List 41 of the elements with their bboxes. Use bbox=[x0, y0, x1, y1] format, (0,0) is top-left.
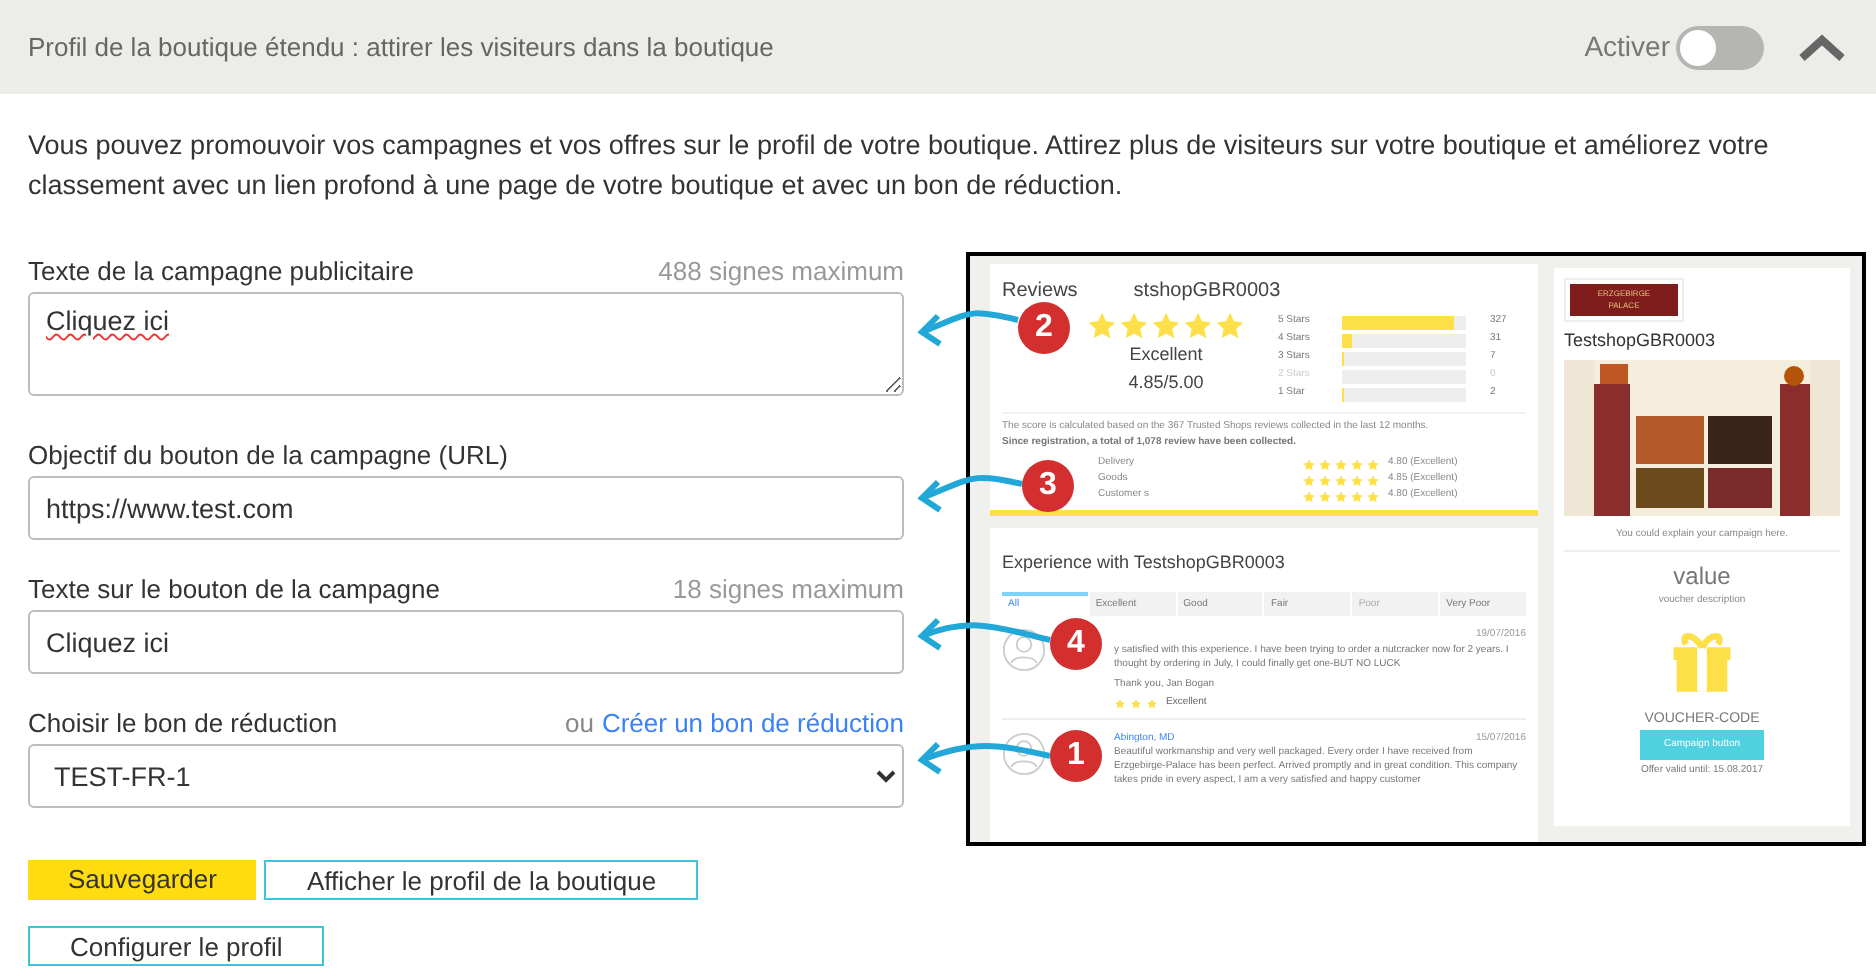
rating-label: Excellent bbox=[1129, 342, 1203, 368]
create-voucher-link[interactable]: Créer un bon de réduction bbox=[601, 703, 904, 742]
toggle-switch[interactable] bbox=[1676, 25, 1764, 69]
toggle-label: Activer bbox=[1584, 28, 1670, 66]
star-icon bbox=[1150, 310, 1182, 342]
field-label: Texte de la campagne publicitaire bbox=[28, 253, 414, 290]
shop-name: TestshopGBR0003 bbox=[1564, 328, 1718, 354]
arrow bbox=[917, 617, 1051, 651]
field-label: Choisir le bon de réduction bbox=[28, 705, 338, 741]
avatar-icon bbox=[1002, 628, 1046, 672]
action-button[interactable]: Afficher le profil de la boutique bbox=[264, 860, 699, 900]
or-text: ou bbox=[564, 705, 594, 741]
input-field[interactable]: https://www.test.com bbox=[28, 476, 904, 540]
action-button[interactable]: Configurer le profil bbox=[28, 926, 325, 966]
star-icon bbox=[1146, 697, 1158, 710]
star-icon bbox=[1214, 310, 1246, 342]
section-title: Profil de la boutique étendu : attirer les visiteurs dans la boutique bbox=[28, 29, 774, 66]
input-field[interactable]: Cliquez ici bbox=[28, 610, 904, 674]
arrow bbox=[917, 474, 1023, 513]
score: 4.85/5.00 bbox=[1128, 369, 1204, 395]
select-field[interactable]: TEST-FR-1 bbox=[28, 744, 904, 808]
arrow bbox=[917, 310, 1019, 347]
collapse-icon[interactable] bbox=[1796, 31, 1848, 63]
star-icon bbox=[1182, 310, 1214, 342]
experience-title: Experience with TestshopGBR0003 bbox=[1002, 552, 1285, 572]
field-label: Objectif du bouton de la campagne (URL) bbox=[28, 437, 508, 474]
field-label: Texte sur le bouton de la campagne bbox=[28, 571, 440, 608]
voucher-value: value bbox=[1671, 560, 1733, 594]
text-area[interactable]: Cliquez ici bbox=[28, 292, 904, 396]
reviews-title: Reviews bbox=[1002, 278, 1078, 306]
character-limit: 488 signes maximum bbox=[658, 253, 904, 290]
star-icon bbox=[1114, 697, 1126, 710]
intro-text: Vous pouvez promouvoir vos campagnes et vos offres sur le profil de votre boutique. Attirez plus de visiteurs sur votre boutique et améliorez votre classement avec un lien profond à une page de votre boutique et avec un bon de réduction. bbox=[26, 128, 1771, 204]
save-button[interactable]: Sauvegarder bbox=[28, 860, 257, 900]
reviews-title: stshopGBR0003 bbox=[1133, 278, 1281, 306]
star-icon bbox=[1118, 310, 1150, 342]
star-icon bbox=[1130, 697, 1142, 710]
star-icon bbox=[1086, 310, 1118, 342]
avatar-icon bbox=[1002, 731, 1046, 775]
character-limit: 18 signes maximum bbox=[672, 571, 904, 608]
arrow bbox=[917, 741, 1051, 775]
